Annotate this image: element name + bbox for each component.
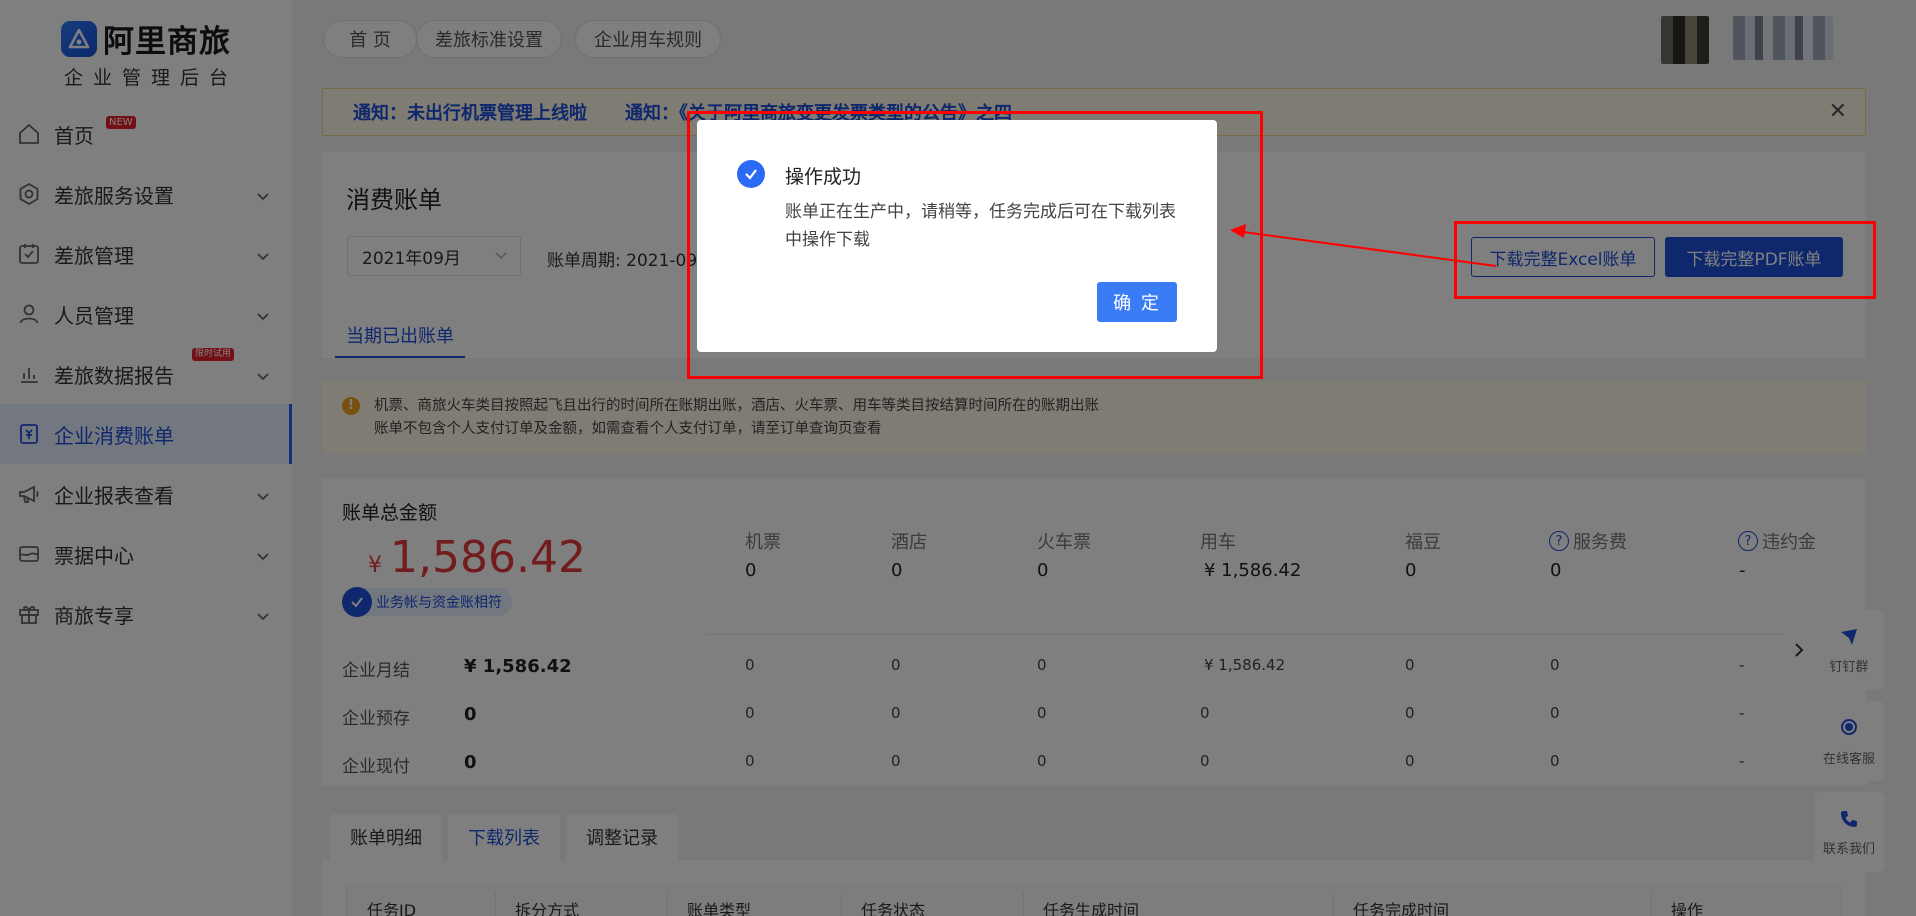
annotation-box-download-buttons xyxy=(1454,221,1876,299)
annotation-box-dialog xyxy=(687,111,1263,379)
